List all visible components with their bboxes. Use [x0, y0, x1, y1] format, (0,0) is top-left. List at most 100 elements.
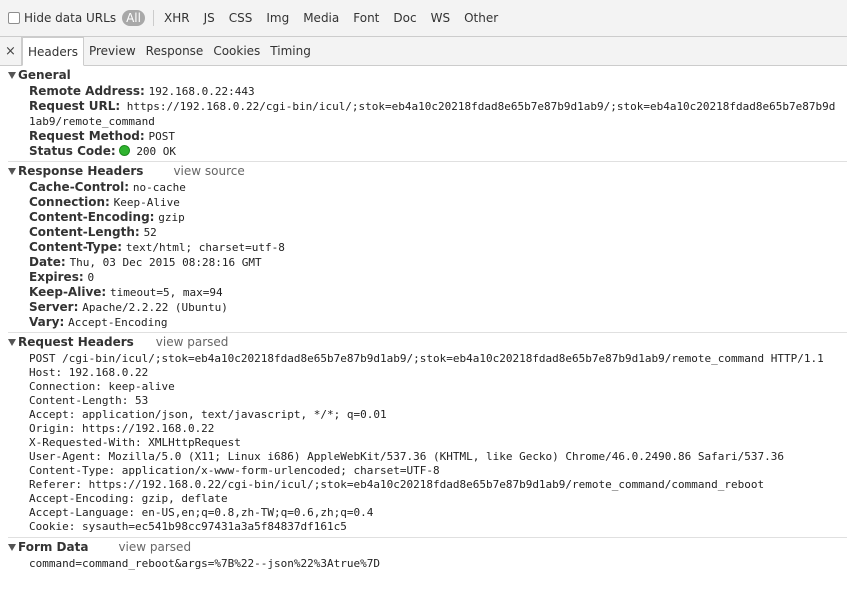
- response-header-row: Expires: 0: [29, 270, 847, 285]
- form-data-section: Form Data view parsed command=command_re…: [8, 538, 847, 574]
- request-header-line: Host: 192.168.0.22: [29, 366, 149, 379]
- header-value: Keep-Alive: [113, 196, 180, 209]
- expand-triangle-icon: [8, 71, 16, 79]
- header-value: gzip: [158, 211, 185, 224]
- headers-panel: General Remote Address: 192.168.0.22:443…: [0, 66, 847, 592]
- request-header-line: X-Requested-With: XMLHttpRequest: [29, 436, 241, 449]
- status-code-row: Status Code: 200 OK: [29, 144, 847, 159]
- request-header-line: POST /cgi-bin/icul/;stok=eb4a10c20218fda…: [29, 352, 824, 365]
- response-header-row: Server: Apache/2.2.22 (Ubuntu): [29, 300, 847, 315]
- type-filter-css[interactable]: CSS: [225, 10, 257, 26]
- type-filter-ws[interactable]: WS: [427, 10, 454, 26]
- type-filter-other[interactable]: Other: [460, 10, 502, 26]
- response-headers-header[interactable]: Response Headers view source: [8, 162, 847, 179]
- tab-timing[interactable]: Timing: [265, 37, 316, 65]
- request-headers-header[interactable]: Request Headers view parsed: [8, 333, 847, 350]
- header-value: timeout=5, max=94: [110, 286, 223, 299]
- general-section: General Remote Address: 192.168.0.22:443…: [8, 66, 847, 162]
- general-rows: Remote Address: 192.168.0.22:443 Request…: [8, 83, 847, 161]
- header-key: Content-Encoding:: [29, 210, 155, 224]
- response-headers-section: Response Headers view source Cache-Contr…: [8, 162, 847, 333]
- header-key: Date:: [29, 255, 66, 269]
- request-method-key: Request Method:: [29, 129, 145, 143]
- form-data-title: Form Data: [18, 540, 89, 554]
- type-filter-media[interactable]: Media: [299, 10, 343, 26]
- response-header-row: Vary: Accept-Encoding: [29, 315, 847, 330]
- view-parsed-link[interactable]: view parsed: [118, 539, 191, 555]
- header-key: Keep-Alive:: [29, 285, 107, 299]
- header-key: Server:: [29, 300, 79, 314]
- view-source-link[interactable]: view source: [173, 163, 244, 179]
- header-value: Apache/2.2.22 (Ubuntu): [82, 301, 228, 314]
- request-url-row: Request URL: https://192.168.0.22/cgi-bi…: [29, 99, 847, 129]
- header-key: Cache-Control:: [29, 180, 130, 194]
- form-data-line: command=command_reboot&args=%7B%22--json…: [29, 557, 380, 570]
- form-data-header[interactable]: Form Data view parsed: [8, 538, 847, 555]
- expand-triangle-icon: [8, 167, 16, 175]
- status-ok-icon: [119, 145, 131, 156]
- request-method-row: Request Method: POST: [29, 129, 847, 144]
- request-url-value: https://192.168.0.22/cgi-bin/icul/;stok=…: [29, 100, 836, 128]
- request-method-value: POST: [148, 130, 176, 143]
- type-filter-img[interactable]: Img: [262, 10, 293, 26]
- status-code-value: 200 OK: [136, 145, 177, 158]
- request-header-line: Content-Length: 53: [29, 394, 149, 407]
- type-filter-xhr[interactable]: XHR: [160, 10, 194, 26]
- header-key: Vary:: [29, 315, 65, 329]
- response-headers-title: Response Headers: [18, 164, 144, 178]
- remote-address-row: Remote Address: 192.168.0.22:443: [29, 84, 847, 99]
- response-headers-rows: Cache-Control: no-cache Connection: Keep…: [8, 179, 847, 332]
- request-header-line: Accept-Encoding: gzip, deflate: [29, 492, 228, 505]
- request-header-line: Connection: keep-alive: [29, 380, 175, 393]
- tab-headers[interactable]: Headers: [22, 37, 84, 66]
- type-filter-js[interactable]: JS: [200, 10, 219, 26]
- header-value: Thu, 03 Dec 2015 08:28:16 GMT: [69, 256, 262, 269]
- request-url-key: Request URL:: [29, 99, 121, 113]
- header-value: no-cache: [132, 181, 186, 194]
- request-url-wrapper: Request URL: https://192.168.0.22/cgi-bi…: [29, 99, 841, 129]
- header-key: Content-Length:: [29, 225, 140, 239]
- filter-divider: [152, 10, 154, 26]
- request-header-line: Accept-Language: en-US,en;q=0.8,zh-TW;q=…: [29, 506, 374, 519]
- tab-preview[interactable]: Preview: [84, 37, 141, 65]
- response-header-row: Cache-Control: no-cache: [29, 180, 847, 195]
- header-value: 52: [143, 226, 157, 239]
- request-header-line: Referer: https://192.168.0.22/cgi-bin/ic…: [29, 478, 765, 491]
- detail-tab-bar: × Headers Preview Response Cookies Timin…: [0, 37, 847, 66]
- type-filter-doc[interactable]: Doc: [389, 10, 420, 26]
- request-header-line: Accept: application/json, text/javascrip…: [29, 408, 387, 421]
- response-header-row: Content-Length: 52: [29, 225, 847, 240]
- type-filter-all[interactable]: All: [122, 10, 145, 26]
- request-header-line: User-Agent: Mozilla/5.0 (X11; Linux i686…: [29, 450, 784, 463]
- response-header-row: Keep-Alive: timeout=5, max=94: [29, 285, 847, 300]
- hide-data-urls-checkbox[interactable]: [8, 12, 20, 24]
- response-header-row: Content-Encoding: gzip: [29, 210, 847, 225]
- header-value: text/html; charset=utf-8: [125, 241, 285, 254]
- response-header-row: Date: Thu, 03 Dec 2015 08:28:16 GMT: [29, 255, 847, 270]
- form-data-raw: command=command_reboot&args=%7B%22--json…: [8, 555, 847, 574]
- general-title: General: [18, 68, 71, 82]
- remote-address-value: 192.168.0.22:443: [148, 85, 255, 98]
- header-key: Expires:: [29, 270, 84, 284]
- request-headers-section: Request Headers view parsed POST /cgi-bi…: [8, 333, 847, 538]
- view-parsed-link[interactable]: view parsed: [156, 334, 229, 350]
- expand-triangle-icon: [8, 543, 16, 551]
- request-header-line: Content-Type: application/x-www-form-url…: [29, 464, 440, 477]
- general-section-header[interactable]: General: [8, 66, 847, 83]
- header-key: Connection:: [29, 195, 110, 209]
- response-header-row: Connection: Keep-Alive: [29, 195, 847, 210]
- close-icon[interactable]: ×: [0, 37, 22, 65]
- header-key: Content-Type:: [29, 240, 123, 254]
- header-value: 0: [87, 271, 95, 284]
- request-header-line: Origin: https://192.168.0.22: [29, 422, 215, 435]
- network-filter-bar: Hide data URLs All XHR JS CSS Img Media …: [0, 0, 847, 37]
- type-filter-font[interactable]: Font: [349, 10, 383, 26]
- request-headers-raw: POST /cgi-bin/icul/;stok=eb4a10c20218fda…: [8, 350, 847, 537]
- tab-cookies[interactable]: Cookies: [208, 37, 265, 65]
- tab-response[interactable]: Response: [141, 37, 209, 65]
- request-header-line: Cookie: sysauth=ec541b98cc97431a3a5f8483…: [29, 520, 347, 533]
- response-header-row: Content-Type: text/html; charset=utf-8: [29, 240, 847, 255]
- header-value: Accept-Encoding: [68, 316, 168, 329]
- hide-data-urls-label[interactable]: Hide data URLs: [24, 11, 116, 25]
- request-headers-title: Request Headers: [18, 335, 134, 349]
